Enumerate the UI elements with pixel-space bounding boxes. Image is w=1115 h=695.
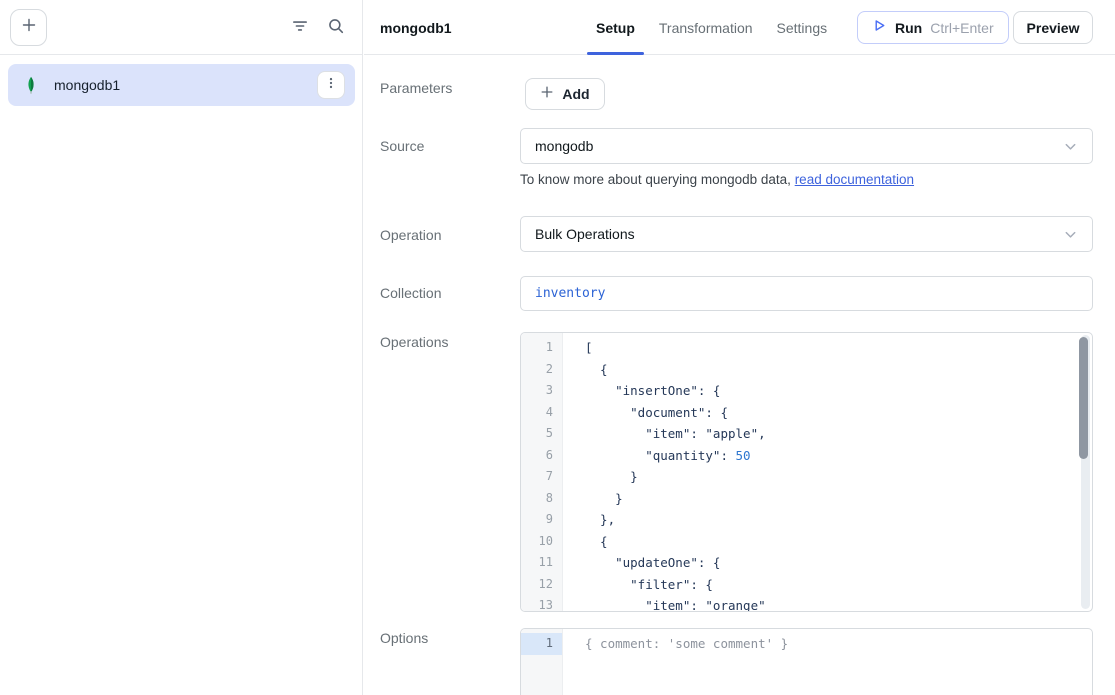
line-number: 5: [521, 423, 562, 445]
source-value: mongodb: [535, 138, 593, 154]
source-helper-text: To know more about querying mongodb data…: [520, 172, 914, 187]
chevron-down-icon: [1063, 227, 1078, 242]
helper-text: To know more about querying mongodb data…: [520, 172, 795, 187]
code-line[interactable]: }: [585, 466, 1092, 488]
filter-queries-button[interactable]: [286, 14, 314, 42]
operation-select[interactable]: Bulk Operations: [520, 216, 1093, 252]
tab-transformation[interactable]: Transformation: [659, 0, 753, 55]
line-number: 1: [521, 337, 562, 359]
run-button-label: Run: [895, 20, 922, 36]
code-line[interactable]: "item": "orange": [585, 595, 1092, 612]
line-number: 4: [521, 402, 562, 424]
code-line[interactable]: [: [585, 337, 1092, 359]
read-documentation-link[interactable]: read documentation: [795, 172, 914, 187]
line-number: 9: [521, 509, 562, 531]
code-line[interactable]: "document": {: [585, 402, 1092, 424]
line-number: 11: [521, 552, 562, 574]
mongodb-leaf-icon: [22, 76, 40, 94]
plus-icon: [540, 85, 554, 104]
line-number: 1: [521, 633, 562, 655]
play-icon: [872, 18, 887, 38]
run-button[interactable]: Run Ctrl+Enter: [857, 11, 1009, 44]
search-queries-button[interactable]: [322, 14, 350, 42]
code-line[interactable]: }: [585, 488, 1092, 510]
line-number: 3: [521, 380, 562, 402]
line-number: 2: [521, 359, 562, 381]
line-number-gutter: 12345678910111213: [521, 333, 563, 611]
parameters-label: Parameters: [380, 80, 452, 96]
line-number: 8: [521, 488, 562, 510]
code-content[interactable]: { comment: 'some comment' }: [563, 629, 1092, 695]
operation-label: Operation: [380, 227, 441, 243]
collection-value: inventory: [535, 286, 605, 301]
query-list-item-mongodb1[interactable]: mongodb1: [8, 64, 355, 106]
query-item-menu-button[interactable]: [317, 71, 345, 99]
collection-input[interactable]: inventory: [520, 276, 1093, 311]
tab-settings[interactable]: Settings: [777, 0, 828, 55]
filter-icon: [291, 17, 309, 40]
kebab-menu-icon: [324, 76, 338, 95]
operations-code-editor[interactable]: 12345678910111213 [ { "insertOne": { "do…: [520, 332, 1093, 612]
query-tabs: Setup Transformation Settings: [596, 0, 827, 55]
add-query-button[interactable]: [10, 9, 47, 46]
operations-label: Operations: [380, 334, 448, 350]
search-icon: [327, 17, 345, 40]
code-line[interactable]: {: [585, 359, 1092, 381]
source-select[interactable]: mongodb: [520, 128, 1093, 164]
line-number-gutter: 1: [521, 629, 563, 695]
code-line[interactable]: "quantity": 50: [585, 445, 1092, 467]
line-number: 12: [521, 574, 562, 596]
options-label: Options: [380, 630, 428, 646]
line-number: 7: [521, 466, 562, 488]
query-header: mongodb1 Setup Transformation Settings R…: [364, 0, 1115, 55]
source-label: Source: [380, 138, 424, 154]
code-line[interactable]: "updateOne": {: [585, 552, 1092, 574]
line-number: 6: [521, 445, 562, 467]
query-list-sidebar: mongodb1: [0, 0, 363, 695]
add-parameter-label: Add: [562, 86, 589, 102]
editor-scrollbar-track[interactable]: [1081, 335, 1090, 609]
line-number: 13: [521, 595, 562, 612]
code-line[interactable]: "item": "apple",: [585, 423, 1092, 445]
code-content[interactable]: [ { "insertOne": { "document": { "item":…: [563, 333, 1092, 611]
run-shortcut: Ctrl+Enter: [930, 20, 993, 36]
collection-label: Collection: [380, 285, 441, 301]
add-parameter-button[interactable]: Add: [525, 78, 605, 110]
sidebar-header: [0, 0, 362, 55]
chevron-down-icon: [1063, 139, 1078, 154]
query-item-label: mongodb1: [54, 77, 120, 93]
query-editor-page: mongodb1 mongodb1 Setup Transformation S…: [0, 0, 1115, 695]
query-title: mongodb1: [380, 20, 452, 36]
code-line[interactable]: },: [585, 509, 1092, 531]
tab-setup[interactable]: Setup: [596, 0, 635, 55]
code-line[interactable]: "filter": {: [585, 574, 1092, 596]
options-code-editor[interactable]: 1 { comment: 'some comment' }: [520, 628, 1093, 695]
code-line[interactable]: { comment: 'some comment' }: [585, 633, 1092, 655]
plus-icon: [21, 17, 37, 38]
operation-value: Bulk Operations: [535, 226, 635, 242]
query-detail-panel: mongodb1 Setup Transformation Settings R…: [364, 0, 1115, 695]
preview-button[interactable]: Preview: [1013, 11, 1093, 44]
code-line[interactable]: {: [585, 531, 1092, 553]
editor-scrollbar-thumb[interactable]: [1079, 337, 1088, 459]
line-number: 10: [521, 531, 562, 553]
code-line[interactable]: "insertOne": {: [585, 380, 1092, 402]
